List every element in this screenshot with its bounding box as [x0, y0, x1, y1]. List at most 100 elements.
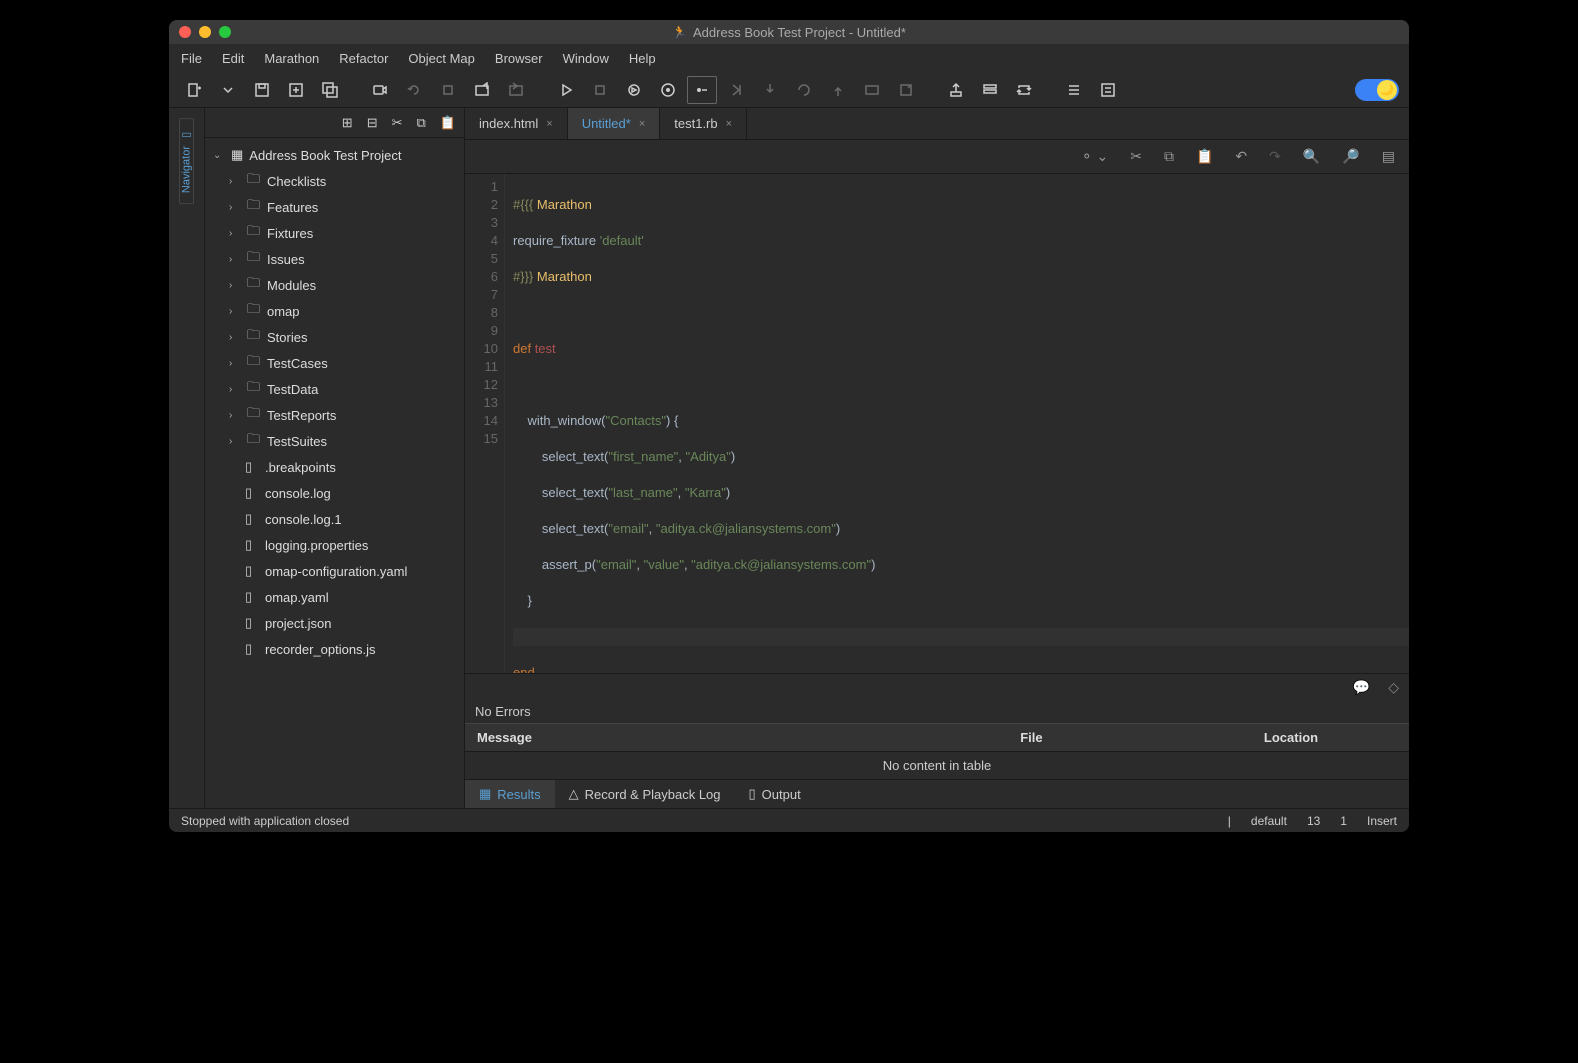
close-window-button[interactable] — [179, 26, 191, 38]
file-project-json[interactable]: ▯project.json — [205, 610, 464, 636]
undo-button[interactable] — [399, 76, 429, 104]
menu-help[interactable]: Help — [629, 51, 656, 66]
resume-button[interactable] — [857, 76, 887, 104]
paste-icon[interactable]: 📋 — [440, 115, 456, 131]
file-icon: ▯ — [245, 615, 259, 631]
slow-play-button[interactable] — [585, 76, 615, 104]
editor-redo-icon[interactable]: ↷ — [1269, 148, 1281, 165]
tab-index-html[interactable]: index.html× — [465, 108, 568, 139]
project-root[interactable]: ⌄ ▦ Address Book Test Project — [205, 142, 464, 168]
editor-undo-icon[interactable]: ↶ — [1235, 148, 1247, 165]
file-label: console.log.1 — [265, 512, 342, 527]
extract-button[interactable] — [891, 76, 921, 104]
step-into-button[interactable] — [755, 76, 785, 104]
editor-cut-icon[interactable]: ✂ — [1130, 148, 1142, 165]
file-recorder-options[interactable]: ▯recorder_options.js — [205, 636, 464, 662]
comment-icon[interactable]: 💬 — [1353, 679, 1370, 696]
cut-icon[interactable]: ✂ — [392, 115, 403, 131]
menu-object-map[interactable]: Object Map — [408, 51, 474, 66]
file-console-log-1[interactable]: ▯console.log.1 — [205, 506, 464, 532]
search-dropdown-icon[interactable]: ⚬ ⌄ — [1081, 148, 1108, 165]
col-file[interactable]: File — [890, 724, 1173, 751]
folder-label: TestSuites — [267, 434, 327, 449]
editor-copy-icon[interactable]: ⧉ — [1164, 148, 1174, 165]
save-all-button[interactable] — [315, 76, 345, 104]
folder-omap[interactable]: ›🗀omap — [205, 298, 464, 324]
step-out-button[interactable] — [823, 76, 853, 104]
status-fixture[interactable]: default — [1251, 814, 1287, 828]
debug-button[interactable] — [619, 76, 649, 104]
minimize-window-button[interactable] — [199, 26, 211, 38]
report-button[interactable] — [975, 76, 1005, 104]
folder-issues[interactable]: ›🗀Issues — [205, 246, 464, 272]
folder-testreports[interactable]: ›🗀TestReports — [205, 402, 464, 428]
tab-output[interactable]: ▯Output — [735, 780, 815, 808]
close-tab-icon[interactable]: × — [546, 118, 552, 130]
col-location[interactable]: Location — [1173, 724, 1409, 751]
menu-marathon[interactable]: Marathon — [264, 51, 319, 66]
menu-browser[interactable]: Browser — [495, 51, 543, 66]
file-omap-configuration[interactable]: ▯omap-configuration.yaml — [205, 558, 464, 584]
save-as-button[interactable] — [281, 76, 311, 104]
project-tree[interactable]: ⌄ ▦ Address Book Test Project ›🗀Checklis… — [205, 138, 464, 808]
menu-file[interactable]: File — [181, 51, 202, 66]
maximize-window-button[interactable] — [219, 26, 231, 38]
file-breakpoints[interactable]: ▯.breakpoints — [205, 454, 464, 480]
tab-record-log[interactable]: △Record & Playback Log — [555, 780, 735, 808]
find-icon[interactable]: 🔍 — [1303, 148, 1320, 165]
play-button[interactable] — [551, 76, 581, 104]
file-logging-properties[interactable]: ▯logging.properties — [205, 532, 464, 558]
close-tab-icon[interactable]: × — [639, 118, 645, 130]
open-app-button[interactable] — [467, 76, 497, 104]
code-editor[interactable]: 123456789101112131415 #{{{ Marathon requ… — [465, 174, 1409, 673]
chevron-down-icon: ⌄ — [213, 150, 225, 161]
stop-button[interactable] — [433, 76, 463, 104]
close-tab-icon[interactable]: × — [726, 118, 732, 130]
folder-features[interactable]: ›🗀Features — [205, 194, 464, 220]
code-content[interactable]: #{{{ Marathon require_fixture 'default' … — [505, 174, 1409, 673]
tab-untitled[interactable]: Untitled*× — [568, 108, 661, 139]
menu-edit[interactable]: Edit — [222, 51, 244, 66]
code-token: end — [513, 665, 535, 673]
folder-icon: 🗀 — [247, 404, 261, 426]
menu-window[interactable]: Window — [563, 51, 609, 66]
folder-modules[interactable]: ›🗀Modules — [205, 272, 464, 298]
navigator-tab[interactable]: Navigator ▭ — [179, 118, 194, 204]
record-button[interactable] — [365, 76, 395, 104]
pause-debug-button[interactable] — [653, 76, 683, 104]
new-dropdown-button[interactable] — [213, 76, 243, 104]
file-omap-yaml[interactable]: ▯omap.yaml — [205, 584, 464, 610]
file-console-log[interactable]: ▯console.log — [205, 480, 464, 506]
step-over-button[interactable] — [721, 76, 751, 104]
theme-toggle[interactable] — [1355, 79, 1399, 101]
collapse-icon[interactable]: ⊟ — [367, 115, 378, 131]
loop-button[interactable] — [1009, 76, 1039, 104]
new-file-button[interactable] — [179, 76, 209, 104]
code-token: "email" — [608, 521, 648, 536]
menu-refactor[interactable]: Refactor — [339, 51, 388, 66]
col-message[interactable]: Message — [465, 724, 890, 751]
project-name: Address Book Test Project — [249, 148, 401, 163]
step-return-button[interactable] — [789, 76, 819, 104]
copy-icon[interactable]: ⧉ — [417, 115, 426, 131]
folder-fixtures[interactable]: ›🗀Fixtures — [205, 220, 464, 246]
tab-results[interactable]: ▦Results — [465, 780, 555, 808]
export-button[interactable] — [941, 76, 971, 104]
editor-paste-icon[interactable]: 📋 — [1196, 148, 1213, 165]
chevron-right-icon: › — [229, 202, 241, 213]
insert-button[interactable] — [501, 76, 531, 104]
properties-button[interactable] — [1093, 76, 1123, 104]
folder-stories[interactable]: ›🗀Stories — [205, 324, 464, 350]
save-button[interactable] — [247, 76, 277, 104]
folder-testsuites[interactable]: ›🗀TestSuites — [205, 428, 464, 454]
expand-icon[interactable]: ⊞ — [342, 115, 353, 131]
zoom-icon[interactable]: 🔎 — [1342, 148, 1359, 165]
toggle-breakpoint-button[interactable] — [687, 76, 717, 104]
folder-testdata[interactable]: ›🗀TestData — [205, 376, 464, 402]
list-view-button[interactable] — [1059, 76, 1089, 104]
folder-testcases[interactable]: ›🗀TestCases — [205, 350, 464, 376]
clear-icon[interactable]: ◇ — [1388, 679, 1399, 696]
tab-test1-rb[interactable]: test1.rb× — [660, 108, 747, 139]
folder-checklists[interactable]: ›🗀Checklists — [205, 168, 464, 194]
settings-icon[interactable]: ▤ — [1382, 148, 1395, 165]
